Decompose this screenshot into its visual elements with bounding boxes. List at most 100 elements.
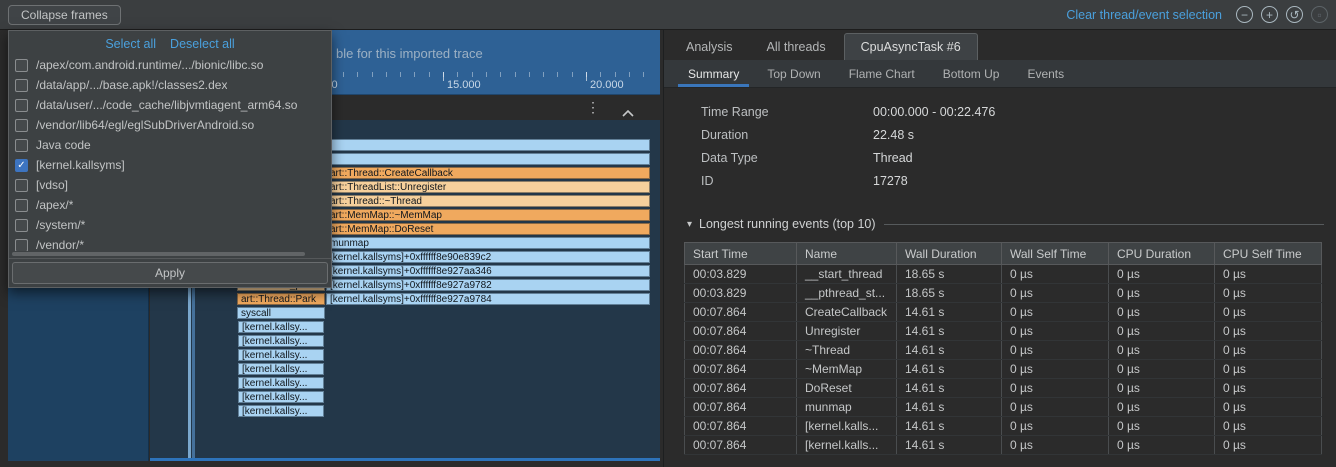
subtab-bottom-up[interactable]: Bottom Up <box>929 60 1014 87</box>
table-row[interactable]: 00:07.864CreateCallback14.61 s0 µs0 µs0 … <box>685 303 1322 322</box>
summary-label: Duration <box>701 128 873 142</box>
flame-bar[interactable]: art::Thread::CreateCallback <box>326 167 650 179</box>
flame-bar[interactable]: art::Thread::Park <box>237 293 325 305</box>
filter-checkbox[interactable] <box>15 219 28 232</box>
tab-analysis[interactable]: Analysis <box>670 34 749 60</box>
flame-bar[interactable]: syscall <box>237 307 325 319</box>
section-divider <box>884 224 1324 225</box>
filter-item[interactable]: /vendor/lib64/egl/eglSubDriverAndroid.so <box>9 115 331 135</box>
tab-cpuasynctask-6[interactable]: CpuAsyncTask #6 <box>844 33 978 60</box>
flame-bar[interactable]: [kernel.kallsy... <box>238 377 324 389</box>
filter-item[interactable]: /apex/com.android.runtime/.../bionic/lib… <box>9 55 331 75</box>
filter-item[interactable]: [vdso] <box>9 175 331 195</box>
table-cell: 00:07.864 <box>685 417 797 436</box>
table-row[interactable]: 00:07.864~Thread14.61 s0 µs0 µs0 µs <box>685 341 1322 360</box>
filter-checkbox[interactable] <box>15 59 28 72</box>
table-row[interactable]: 00:03.829__start_thread18.65 s0 µs0 µs0 … <box>685 265 1322 284</box>
filter-checkbox[interactable] <box>15 199 28 212</box>
filter-item[interactable]: ✓ [kernel.kallsyms] <box>9 155 331 175</box>
table-cell: 0 µs <box>1002 341 1109 360</box>
subtab-top-down[interactable]: Top Down <box>753 60 834 87</box>
table-cell: 0 µs <box>1109 398 1215 417</box>
flame-bar[interactable]: [kernel.kallsy... <box>238 391 324 403</box>
collapse-triangle-icon[interactable]: ▾ <box>687 219 692 230</box>
column-header[interactable]: Wall Self Time <box>1002 243 1109 265</box>
filter-item[interactable]: /vendor/* <box>9 235 331 251</box>
table-row[interactable]: 00:07.864[kernel.kalls...14.61 s0 µs0 µs… <box>685 417 1322 436</box>
kebab-menu-icon[interactable]: ⋮ <box>586 99 600 116</box>
table-row[interactable]: 00:03.829__pthread_st...18.65 s0 µs0 µs0… <box>685 284 1322 303</box>
column-header[interactable]: CPU Duration <box>1109 243 1215 265</box>
flame-bar[interactable]: [kernel.kallsyms]+0xffffff8e927a9784 <box>326 293 650 305</box>
filter-item[interactable]: /apex/* <box>9 195 331 215</box>
filter-item-label: [kernel.kallsyms] <box>36 158 125 172</box>
subtab-flame-chart[interactable]: Flame Chart <box>835 60 929 87</box>
table-cell: 0 µs <box>1215 417 1322 436</box>
flame-bar[interactable]: [kernel.kallsy... <box>238 363 324 375</box>
flame-bar[interactable]: [kernel.kallsy... <box>238 405 324 417</box>
column-header[interactable]: Start Time <box>685 243 797 265</box>
ruler-label: 20.000 <box>590 79 624 91</box>
filter-checkbox[interactable] <box>15 179 28 192</box>
flame-bar[interactable]: munmap <box>326 237 650 249</box>
filter-checkbox[interactable]: ✓ <box>15 159 28 172</box>
zoom-to-selection-icon[interactable]: ▫ <box>1311 6 1328 23</box>
filter-checkbox[interactable] <box>15 99 28 112</box>
ruler-tick <box>414 72 415 77</box>
table-row[interactable]: 00:07.864~MemMap14.61 s0 µs0 µs0 µs <box>685 360 1322 379</box>
flame-bar[interactable]: [kernel.kallsyms]+0xffffff8e927aa346 <box>326 265 650 277</box>
filter-item-label: /system/* <box>36 218 85 232</box>
table-cell: 0 µs <box>1109 341 1215 360</box>
analysis-panel: AnalysisAll threadsCpuAsyncTask #6 Summa… <box>663 30 1336 467</box>
flame-bar[interactable]: art::Thread::~Thread <box>326 195 650 207</box>
flame-bar[interactable]: art::MemMap::DoReset <box>326 223 650 235</box>
filter-hscrollbar-thumb[interactable] <box>12 252 305 256</box>
flame-bar[interactable]: art::MemMap::~MemMap <box>326 209 650 221</box>
filter-item-label: /vendor/* <box>36 238 84 251</box>
flame-bar[interactable]: [kernel.kallsy... <box>238 349 324 361</box>
apply-button[interactable]: Apply <box>12 262 328 284</box>
table-cell: 00:07.864 <box>685 436 797 455</box>
flame-bar[interactable]: [kernel.kallsyms]+0xffffff8e927a9782 <box>326 279 650 291</box>
subtab-summary[interactable]: Summary <box>674 60 753 87</box>
trace-region: ble for this imported trace 10.00015.000… <box>0 30 663 467</box>
filter-checkbox[interactable] <box>15 239 28 252</box>
zoom-out-icon[interactable]: − <box>1236 6 1253 23</box>
filter-item[interactable]: /system/* <box>9 215 331 235</box>
filter-checkbox[interactable] <box>15 139 28 152</box>
filter-checkbox[interactable] <box>15 119 28 132</box>
table-row[interactable]: 00:07.864Unregister14.61 s0 µs0 µs0 µs <box>685 322 1322 341</box>
flame-bar[interactable]: [kernel.kallsyms]+0xffffff8e90e839c2 <box>326 251 650 263</box>
column-header[interactable]: CPU Self Time <box>1215 243 1322 265</box>
table-cell: 0 µs <box>1215 265 1322 284</box>
clear-selection-link[interactable]: Clear thread/event selection <box>1066 8 1222 22</box>
tab-all-threads[interactable]: All threads <box>751 34 842 60</box>
filter-item[interactable]: /data/app/.../base.apk!/classes2.dex <box>9 75 331 95</box>
zoom-in-icon[interactable]: + <box>1261 6 1278 23</box>
table-row[interactable]: 00:07.864[kernel.kalls...14.61 s0 µs0 µs… <box>685 436 1322 455</box>
table-cell: 14.61 s <box>897 417 1002 436</box>
select-all-link[interactable]: Select all <box>105 37 156 51</box>
filter-item[interactable]: /data/user/.../code_cache/libjvmtiagent_… <box>9 95 331 115</box>
deselect-all-link[interactable]: Deselect all <box>170 37 235 51</box>
flame-bar[interactable]: [kernel.kallsy... <box>238 335 324 347</box>
table-cell: [kernel.kalls... <box>797 417 897 436</box>
column-header[interactable]: Wall Duration <box>897 243 1002 265</box>
table-row[interactable]: 00:07.864munmap14.61 s0 µs0 µs0 µs <box>685 398 1322 417</box>
column-header[interactable]: Name <box>797 243 897 265</box>
reset-zoom-icon[interactable]: ↺ <box>1286 6 1303 23</box>
summary-value: 17278 <box>873 174 908 188</box>
filter-item[interactable]: Java code <box>9 135 331 155</box>
filter-item-label: /data/app/.../base.apk!/classes2.dex <box>36 78 227 92</box>
table-cell: 0 µs <box>1002 379 1109 398</box>
filter-checkbox[interactable] <box>15 79 28 92</box>
flame-bar[interactable]: [kernel.kallsy... <box>238 321 324 333</box>
table-row[interactable]: 00:07.864DoReset14.61 s0 µs0 µs0 µs <box>685 379 1322 398</box>
flame-bar[interactable]: art::ThreadList::Unregister <box>326 181 650 193</box>
collapse-frames-button[interactable]: Collapse frames <box>8 5 121 25</box>
table-cell: 14.61 s <box>897 436 1002 455</box>
table-cell: 14.61 s <box>897 303 1002 322</box>
timeline-scrollbar[interactable] <box>150 458 660 461</box>
subtab-events[interactable]: Events <box>1013 60 1078 87</box>
filter-item-label: Java code <box>36 138 91 152</box>
